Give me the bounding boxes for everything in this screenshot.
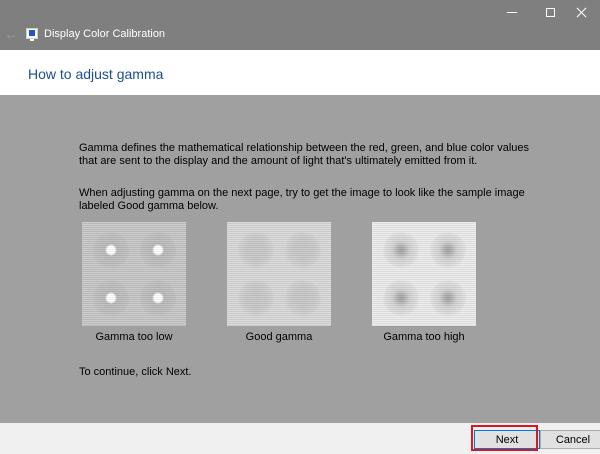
maximize-icon: [545, 7, 555, 17]
display-color-calibration-window: ← Display Color Calibration How to adjus…: [0, 0, 600, 454]
gamma-too-high-sample-image: [372, 222, 476, 326]
next-button-highlight: [471, 425, 538, 451]
gamma-too-high-label: Gamma too high: [383, 331, 465, 343]
gamma-definition-text: Gamma defines the mathematical relations…: [79, 142, 530, 167]
good-gamma-label: Good gamma: [245, 331, 313, 343]
page-title: How to adjust gamma: [28, 66, 164, 82]
back-arrow-icon[interactable]: ←: [4, 27, 18, 41]
close-icon: [576, 7, 587, 18]
minimize-button[interactable]: [493, 0, 531, 24]
window-title: Display Color Calibration: [44, 28, 166, 40]
gamma-too-low-sample-image: [82, 222, 186, 326]
cancel-button[interactable]: Cancel: [540, 430, 600, 449]
gamma-instruction-text: When adjusting gamma on the next page, t…: [79, 187, 525, 212]
main-content: Gamma defines the mathematical relations…: [0, 95, 600, 423]
gamma-too-low-label: Gamma too low: [95, 331, 173, 343]
title-bar: ← Display Color Calibration: [0, 0, 600, 50]
good-gamma-sample-image: [227, 222, 331, 326]
close-button[interactable]: [562, 0, 600, 24]
minimize-icon: [507, 11, 517, 13]
monitor-icon: [26, 28, 38, 41]
continue-instruction: To continue, click Next.: [79, 366, 192, 378]
page-header: How to adjust gamma: [0, 50, 600, 95]
